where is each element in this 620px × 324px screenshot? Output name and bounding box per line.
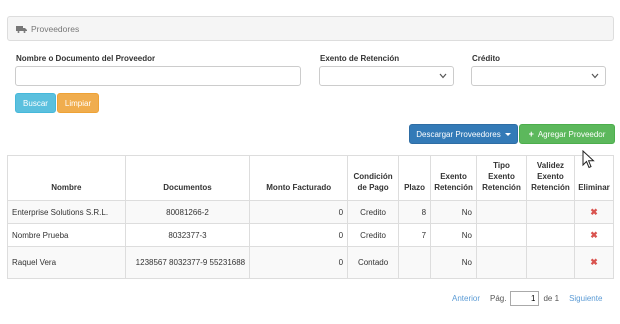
exempt-type-cell: [476, 246, 527, 279]
documents-cell: 80081266-2: [124, 200, 251, 224]
payment-condition-cell: Credito: [347, 223, 400, 247]
column-header[interactable]: Monto Facturado: [249, 155, 349, 201]
next-page-link[interactable]: Siguiente: [569, 294, 602, 303]
column-header[interactable]: Tipo Exento Retención: [476, 155, 527, 201]
table-row[interactable]: Raquel Vera 1238567 8032377-9 55231688 0…: [7, 246, 615, 279]
delete-cell[interactable]: ✖: [573, 223, 615, 247]
download-suppliers-label: Descargar Proveedores: [416, 129, 501, 139]
name-filter-input[interactable]: [15, 66, 301, 86]
pagination: Anterior Pág. de 1 Siguiente: [452, 290, 602, 306]
table-row[interactable]: Enterprise Solutions S.R.L. 80081266-2 0…: [7, 200, 615, 224]
page-number-input[interactable]: [510, 290, 540, 306]
credito-select[interactable]: [471, 66, 606, 86]
documents-cell: 1238567 8032377-9 55231688: [124, 246, 251, 279]
download-suppliers-button[interactable]: Descargar Proveedores: [409, 124, 518, 144]
exento-filter-label: Exento de Retención: [320, 54, 400, 63]
exempt-type-cell: [476, 200, 527, 224]
column-header[interactable]: Validez Exento Retención: [525, 155, 575, 201]
exempt-validity-cell: [525, 223, 575, 247]
column-header[interactable]: Nombre: [7, 155, 126, 201]
chevron-down-icon: [439, 73, 447, 79]
column-header[interactable]: Exento Retención: [430, 155, 478, 201]
add-supplier-button[interactable]: + Agregar Proveedor: [519, 124, 615, 144]
term-cell: 7: [398, 223, 432, 247]
delete-cell[interactable]: ✖: [573, 200, 615, 224]
chevron-down-icon: [591, 73, 599, 79]
exempt-cell: No: [430, 200, 478, 224]
delete-icon[interactable]: ✖: [590, 207, 598, 217]
plus-icon: +: [528, 129, 534, 139]
amount-cell: 0: [249, 246, 349, 279]
column-header[interactable]: Plazo: [398, 155, 432, 201]
caret-down-icon: [504, 132, 511, 136]
term-cell: 8: [398, 200, 432, 224]
page-label: Pág.: [490, 293, 507, 303]
page-count-label: de 1: [543, 293, 560, 303]
column-header[interactable]: Documentos: [124, 155, 251, 201]
supplier-name-cell: Enterprise Solutions S.R.L.: [7, 200, 126, 224]
term-cell: [398, 246, 432, 279]
search-button[interactable]: Buscar: [15, 93, 56, 113]
table-row[interactable]: Nombre Prueba 8032377-3 0 Credito 7 No ✖: [7, 223, 615, 247]
exempt-validity-cell: [525, 246, 575, 279]
payment-condition-cell: Credito: [347, 200, 400, 224]
mouse-cursor-icon: [582, 150, 595, 169]
page-title: Proveedores: [31, 23, 80, 34]
exempt-validity-cell: [525, 200, 575, 224]
exempt-type-cell: [476, 223, 527, 247]
truck-icon: [16, 25, 27, 33]
add-supplier-label: Agregar Proveedor: [537, 129, 606, 139]
column-header[interactable]: Condición de Pago: [347, 155, 400, 201]
payment-condition-cell: Contado: [347, 246, 400, 279]
clear-button[interactable]: Limpiar: [57, 93, 99, 113]
exento-select[interactable]: [319, 66, 454, 86]
delete-cell[interactable]: ✖: [573, 246, 615, 279]
exempt-cell: No: [430, 246, 478, 279]
previous-page-link[interactable]: Anterior: [452, 294, 480, 303]
amount-cell: 0: [249, 223, 349, 247]
exempt-cell: No: [430, 223, 478, 247]
delete-icon[interactable]: ✖: [590, 257, 598, 267]
name-filter-label: Nombre o Documento del Proveedor: [16, 54, 156, 63]
panel-heading: Proveedores: [7, 16, 614, 41]
supplier-name-cell: Raquel Vera: [7, 246, 126, 279]
documents-cell: 8032377-3: [124, 223, 251, 247]
suppliers-table: Nombre Documentos Monto Facturado Condic…: [7, 155, 615, 279]
credito-filter-label: Crédito: [472, 54, 500, 63]
table-header-row: Nombre Documentos Monto Facturado Condic…: [7, 155, 615, 201]
amount-cell: 0: [249, 200, 349, 224]
delete-icon[interactable]: ✖: [590, 230, 598, 240]
supplier-name-cell: Nombre Prueba: [7, 223, 126, 247]
